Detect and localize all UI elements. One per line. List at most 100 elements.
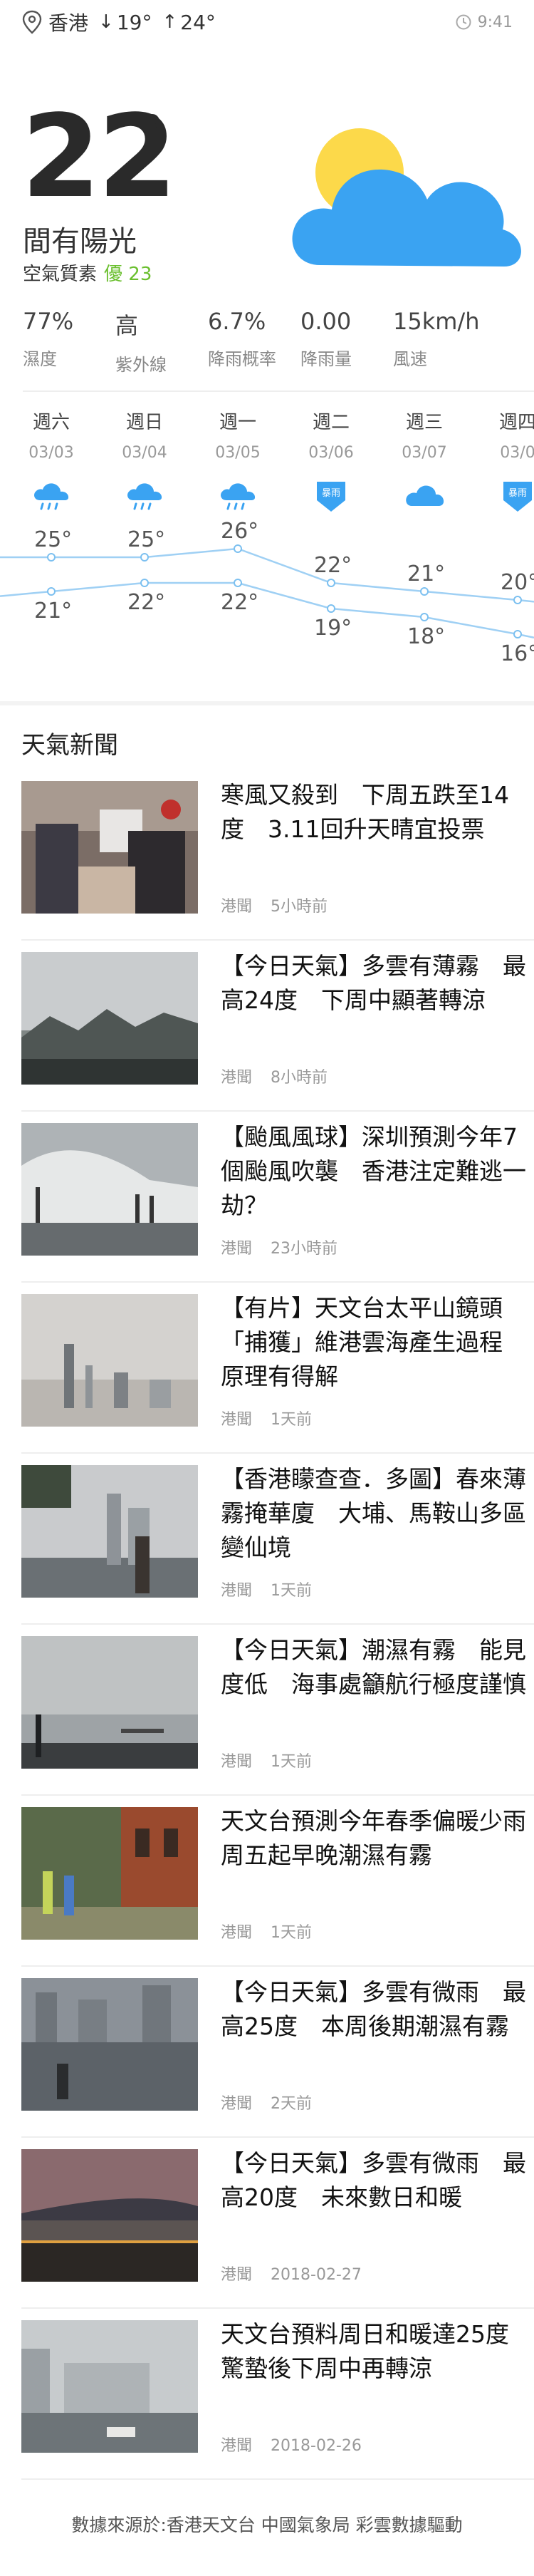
news-source: 港聞 (221, 1069, 253, 1087)
high-temp-line-point (420, 587, 429, 596)
forecast-day[interactable]: 週六 03/03 (16, 408, 87, 513)
forecast-day[interactable]: 週二 03/06 暴雨 (295, 408, 367, 513)
news-meta: 港聞 1天前 (221, 1578, 312, 1600)
stat-value: 77% (23, 308, 74, 335)
news-time: 2018-02-26 (271, 2437, 362, 2455)
news-thumbnail (21, 1807, 198, 1940)
news-time: 5小時前 (271, 898, 328, 916)
cloud-rain-icon (202, 480, 273, 513)
news-item[interactable]: 【香港矇查查．多圖】春來薄霧掩華廈 大埔、馬鞍山多區變仙境 港聞 1天前 (21, 1454, 534, 1625)
high-temp-line-point (327, 579, 335, 587)
news-time: 1天前 (271, 1924, 313, 1942)
forecast-date: 03/04 (122, 444, 167, 462)
forecast-low: 22° (127, 590, 166, 615)
clock-icon (456, 14, 471, 30)
low-temp-line-point (140, 579, 149, 587)
high-temp-line (0, 547, 534, 603)
news-item[interactable]: 【今日天氣】多雲有薄霧 最高24度 下周中顯著轉涼 港聞 8小時前 (21, 941, 534, 1112)
forecast-day[interactable]: 週日 03/04 (109, 408, 180, 513)
news-item[interactable]: 天文台預料周日和暖達25度 驚蟄後下周中再轉涼港聞 2018-02-26 (21, 2309, 534, 2480)
news-meta: 港聞 1天前 (221, 1749, 312, 1771)
forecast-date: 03/06 (308, 444, 354, 462)
news-meta: 港聞 2018-02-26 (221, 2433, 362, 2456)
news-thumbnail (21, 2320, 198, 2453)
location-pin-icon (22, 10, 42, 34)
news-source: 港聞 (221, 1924, 253, 1942)
daily-forecast[interactable]: 週六 03/03 週日 03/04 週一 03/05 週二 03/06 暴雨 週三 03/07 週四 0… (0, 399, 534, 698)
forecast-day-name: 週四 (498, 412, 534, 433)
news-item[interactable]: 天文台預測今年春季偏暖少雨 周五起早晚潮濕有霧 港聞 1天前 (21, 1796, 534, 1967)
time-text: 9:41 (477, 13, 513, 31)
forecast-day-name: 週六 (32, 412, 70, 433)
news-headline: 【今日天氣】多雲有微雨 最高20度 未來數日和暖 (221, 2149, 526, 2211)
news-item[interactable]: 【颱風風球】深圳預測今年7個颱風吹襲 香港注定難逃一劫？ 港聞 23小時前 (21, 1112, 534, 1283)
svg-text:暴雨: 暴雨 (508, 488, 527, 499)
weather-stats: 77% 濕度 高 紫外線 6.7% 降雨概率 0.00 降雨量 15km/h 風… (0, 308, 534, 376)
news-headline: 【颱風風球】深圳預測今年7個颱風吹襲 香港注定難逃一劫？ (221, 1123, 526, 1219)
news-section-title: 天氣新聞 (21, 731, 118, 760)
forecast-date: 03/07 (402, 444, 447, 462)
news-item[interactable]: 【有片】天文台太平山鏡頭「捕獲」維港雲海產生過程 原理有得解 港聞 1天前 (21, 1283, 534, 1454)
high-arrow: ↑ (162, 11, 178, 33)
news-thumbnail (21, 1465, 198, 1598)
forecast-high: 26° (221, 519, 259, 544)
forecast-day-name: 週二 (312, 412, 350, 433)
news-item[interactable]: 【今日天氣】潮濕有霧 能見度低 海事處籲航行極度謹慎 港聞 1天前 (21, 1625, 534, 1796)
current-weather: 22 ° 間有陽光 空氣質素優 23 (0, 44, 534, 286)
news-source: 港聞 (221, 2266, 253, 2284)
location-name: 香港 (48, 11, 89, 35)
aqi-value: 優 23 (104, 264, 152, 285)
news-thumbnail (21, 1294, 198, 1427)
stat-value: 0.00 (300, 308, 352, 335)
news-source: 港聞 (221, 1240, 253, 1258)
high-temp-line-point (513, 596, 522, 604)
rain-warning-icon: 暴雨 (295, 480, 367, 513)
news-headline: 【今日天氣】多雲有薄霧 最高24度 下周中顯著轉涼 (221, 952, 526, 1014)
forecast-high: 21° (407, 562, 446, 586)
news-headline: 【今日天氣】多雲有微雨 最高25度 本周後期潮濕有霧 (221, 1978, 526, 2040)
news-item[interactable]: 寒風又殺到 下周五跌至14度 3.11回升天晴宜投票 港聞 5小時前 (21, 781, 534, 941)
data-source-footer: 數據來源於:香港天文台 中國氣象局 彩雲數據驅動 (71, 2515, 463, 2535)
high-temp: 24° (180, 10, 216, 34)
news-time: 1天前 (271, 1411, 313, 1429)
stat-value: 6.7% (208, 308, 266, 335)
cloud-icon (389, 480, 460, 513)
stat-value: 15km/h (393, 308, 480, 335)
news-headline: 天文台預料周日和暖達25度 驚蟄後下周中再轉涼 (221, 2320, 533, 2382)
news-thumbnail (21, 952, 198, 1085)
forecast-high: 25° (127, 527, 166, 552)
forecast-day[interactable]: 週三 03/07 (389, 408, 460, 513)
news-meta: 港聞 23小時前 (221, 1236, 337, 1258)
news-time: 1天前 (271, 1582, 313, 1600)
news-meta: 港聞 1天前 (221, 1920, 312, 1943)
news-thumbnail (21, 1636, 198, 1769)
news-time: 1天前 (271, 1753, 313, 1771)
news-meta: 港聞 5小時前 (221, 894, 328, 916)
forecast-low: 19° (314, 616, 352, 641)
aqi-label: 空氣質素 (23, 264, 98, 285)
news-time: 23小時前 (271, 1240, 338, 1258)
divider (23, 390, 534, 392)
stat-rainfall: 0.00 降雨量 (300, 308, 393, 376)
news-headline: 【有片】天文台太平山鏡頭「捕獲」維港雲海產生過程 原理有得解 (221, 1294, 526, 1390)
stat-label: 降雨量 (300, 349, 352, 369)
location-summary[interactable]: 香港 ↓ 19° ↑ 24° (21, 8, 216, 36)
news-meta: 港聞 2018-02-27 (221, 2262, 362, 2285)
low-arrow: ↓ (98, 11, 114, 33)
aqi[interactable]: 空氣質素優 23 (23, 259, 152, 286)
news-thumbnail (21, 1978, 198, 2111)
stat-uv: 高 紫外線 (115, 308, 208, 376)
forecast-high: 20° (501, 570, 534, 595)
stat-label: 濕度 (23, 349, 57, 369)
forecast-date: 03/03 (28, 444, 74, 462)
news-source: 港聞 (221, 1582, 253, 1600)
news-thumbnail (21, 2149, 198, 2282)
forecast-day-name: 週日 (125, 412, 163, 433)
forecast-low: 22° (221, 590, 259, 615)
news-item[interactable]: 【今日天氣】多雲有微雨 最高20度 未來數日和暖港聞 2018-02-27 (21, 2138, 534, 2309)
current-condition: 間有陽光 (23, 225, 137, 258)
forecast-day[interactable]: 週四 03/0 暴雨 (482, 408, 534, 513)
forecast-day[interactable]: 週一 03/05 (202, 408, 273, 513)
news-item[interactable]: 【今日天氣】多雲有微雨 最高25度 本周後期潮濕有霧 港聞 2天前 (21, 1967, 534, 2138)
low-temp: 19° (116, 10, 152, 34)
